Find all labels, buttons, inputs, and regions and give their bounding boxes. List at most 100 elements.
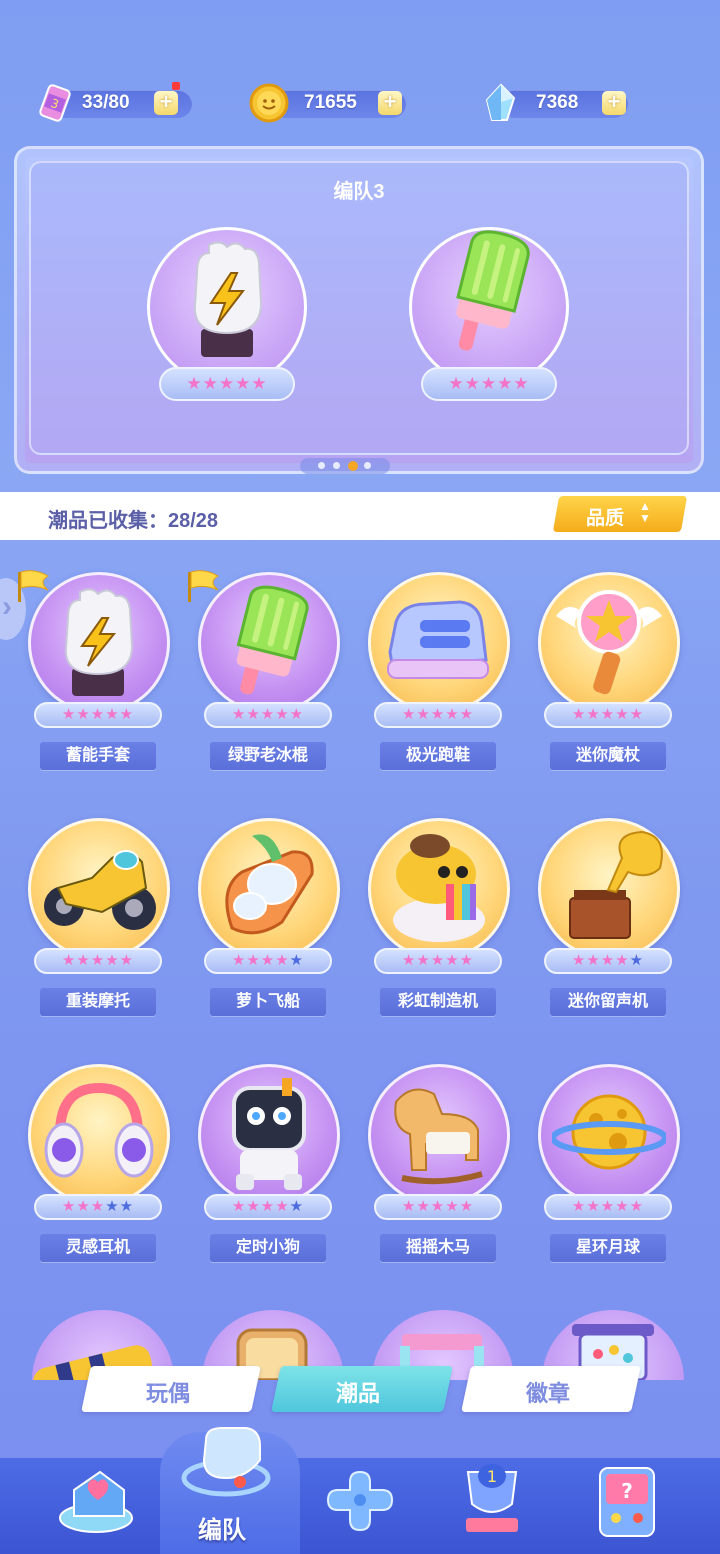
add-gem-button[interactable]: + [602,91,626,115]
arcade-icon[interactable]: ? [592,1462,662,1540]
item-stars: ★★★★★ [34,948,162,974]
add-energy-button[interactable]: + [154,91,178,115]
energy-value: 33/80 [82,92,130,113]
gem-value: 7368 [536,92,579,113]
stars-empty: ★ [629,952,645,969]
team-flag-icon [188,570,219,602]
stars-filled: ★★★★★ [61,706,135,723]
collection-count: 潮品已收集：28/28 [48,510,219,532]
item-name: 星环月球 [550,1234,666,1262]
sort-arrows-icon: ▲ ▼ [639,499,651,525]
stars-empty: ★ [289,952,305,969]
energy-can-icon: 3 [39,84,71,122]
add-coin-button[interactable]: + [378,91,402,115]
item-stars: ★★★★★ [544,948,672,974]
team-slot-1-stars: ★★★★★ [159,367,295,401]
tab-badges-label: 徽章 [526,1381,571,1406]
item-stars: ★★★★★ [544,1194,672,1220]
item-art-icon [556,590,662,695]
team-slot-2[interactable]: ★★★★★ [409,227,569,401]
item-card[interactable]: ★★★★★ 彩虹制造机 [352,818,522,1018]
coin-value: 71655 [304,92,357,113]
item-card[interactable]: ★★★★★ 重装摩托 [12,818,182,1018]
stars-filled: ★★★★ [571,952,630,969]
stars-empty: ★ [289,1198,305,1215]
nav-active-label: 编队 [198,1517,246,1544]
notification-dot [172,82,180,90]
item-card[interactable]: ★★★★★ 萝卜飞船 [182,818,352,1018]
team-slot-2-stars: ★★★★★ [421,367,557,401]
item-art-icon [225,834,314,935]
stars-empty: ★★ [105,1198,135,1215]
item-card[interactable]: ★★★★★ 灵感耳机 [12,1064,182,1264]
item-art-icon [552,1094,666,1170]
item-name: 重装摩托 [40,988,156,1016]
home-icon[interactable] [52,1462,142,1538]
item-art-icon [64,588,134,696]
stars-filled: ★★★★★ [231,706,305,723]
item-card[interactable]: ★★★★★ 极光跑鞋 [352,572,522,772]
item-name: 极光跑鞋 [380,742,496,770]
item-art-icon [394,1088,483,1185]
team-slot-1[interactable]: ★★★★★ [147,227,307,401]
team-panel: 编队3 ★★★★★ ★★★★★ [14,146,704,474]
stars-filled: ★★★★ [231,1198,290,1215]
item-name: 迷你留声机 [550,988,666,1016]
page-dot-1[interactable] [318,462,325,469]
team-title: 编队3 [333,181,385,203]
item-card[interactable]: ★★★★★ 定时小狗 [182,1064,352,1264]
item-art-icon [44,850,156,930]
item-stars: ★★★★★ [204,702,332,728]
page-indicator [300,458,390,474]
trophy-icon[interactable]: 1 [452,1458,532,1542]
team-panel-inner [29,161,689,455]
item-name: 迷你魔杖 [550,742,666,770]
item-card[interactable]: ★★★★★ 迷你留声机 [522,818,692,1018]
collection-bar: 潮品已收集：28/28 品质 ▲ ▼ [0,492,720,540]
item-stars: ★★★★★ [204,948,332,974]
item-art-icon [236,585,309,695]
item-stars: ★★★★★ [374,702,502,728]
item-art-icon [44,1082,154,1178]
item-art-icon [387,600,489,679]
coin-resource: 71655 + [248,83,408,123]
item-art-icon [569,830,663,939]
stars-filled: ★★★★★ [571,706,645,723]
stars-filled: ★★★★★ [571,1198,645,1215]
quality-sort-label: 品质 [586,508,625,529]
stars-filled: ★★★★★ [401,952,475,969]
whistle-icon[interactable] [176,1420,276,1506]
glove-icon [193,241,263,357]
item-name: 绿野老冰棍 [210,742,326,770]
crystal-icon [485,83,516,121]
coin-icon [249,83,289,123]
chevron-right-icon: › [2,590,12,623]
item-art-icon [393,834,485,942]
item-name: 灵感耳机 [40,1234,156,1262]
page-dot-2[interactable] [333,462,340,469]
popsicle-icon [456,230,530,351]
svg-text:?: ? [621,1479,633,1503]
tab-trendy-items-label: 潮品 [336,1381,381,1406]
item-stars: ★★★★★ [544,702,672,728]
item-stars: ★★★★★ [34,702,162,728]
item-card[interactable]: ★★★★★ 绿野老冰棍 [182,570,352,772]
item-art-icon [232,1078,306,1190]
stars-filled: ★★★★★ [401,706,475,723]
item-card[interactable]: ★★★★★ 摇摇木马 [352,1064,522,1264]
stars-filled: ★★★★★ [401,1198,475,1215]
item-stars: ★★★★★ [34,1194,162,1220]
item-card[interactable]: ★★★★★ 迷你魔杖 [522,572,692,772]
page-dot-4[interactable] [364,462,371,469]
item-name: 萝卜飞船 [210,988,326,1016]
team-flag-icon [18,570,49,602]
gamepad-icon[interactable] [322,1466,398,1536]
page-dot-3[interactable] [348,461,358,471]
stars-filled: ★★★★★ [61,952,135,969]
item-stars: ★★★★★ [374,948,502,974]
tab-dolls-label: 玩偶 [146,1381,191,1406]
item-card[interactable]: ★★★★★ 星环月球 [522,1064,692,1264]
item-card[interactable]: ★★★★★ 蓄能手套 [12,570,182,772]
stars-filled: ★★★ [61,1198,106,1215]
energy-resource: 3 33/80 + [34,82,192,122]
